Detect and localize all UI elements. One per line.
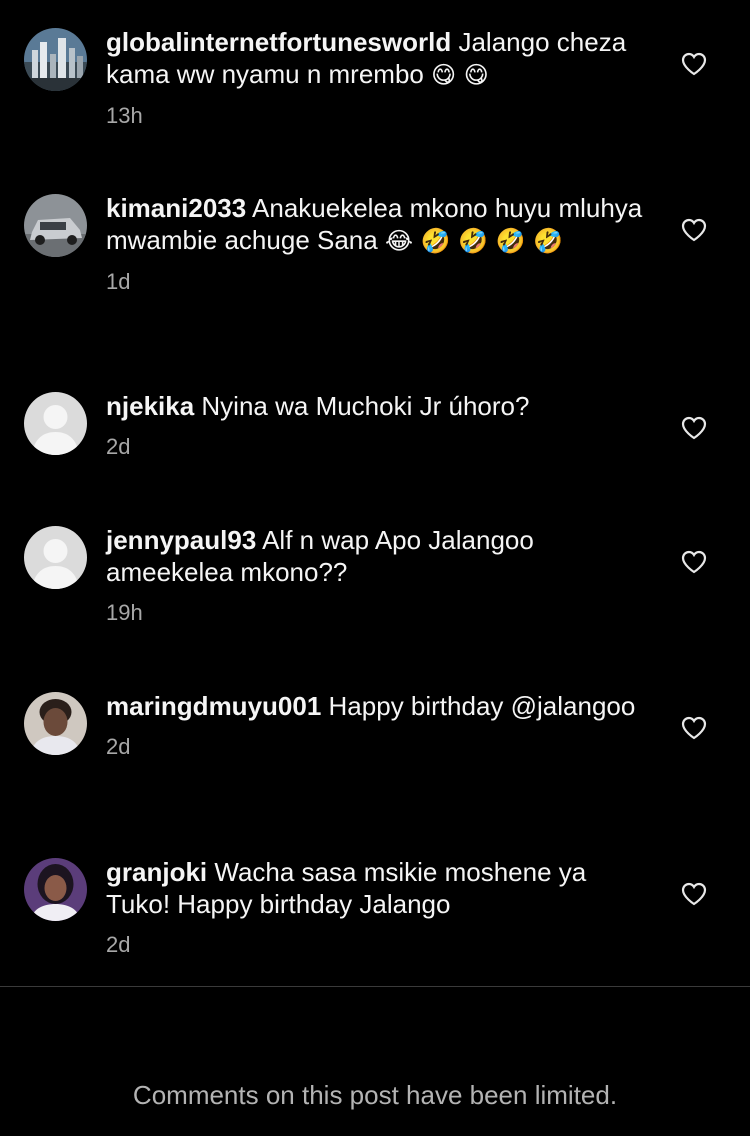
person-photo-icon [24,692,87,755]
car-icon [24,194,87,257]
comment-username[interactable]: globalinternetfortunesworld [106,27,451,57]
city-skyline-icon [24,28,87,91]
comment-text: njekika Nyina wa Muchoki Jr úhoro? [106,390,646,422]
comment-message: Nyina wa Muchoki Jr úhoro? [201,391,530,421]
comment-text: granjoki Wacha sasa msikie moshene ya Tu… [106,856,646,920]
default-avatar-icon [24,526,87,589]
avatar[interactable] [24,692,87,755]
comment-text: jennypaul93 Alf n wap Apo Jalangoo ameek… [106,524,646,588]
emoji: 😋 😋 [431,61,489,89]
comment-text: maringdmuyu001 Happy birthday @jalangoo [106,690,646,722]
divider [0,986,750,987]
comment-message: Happy birthday @jalangoo [328,691,636,721]
comment-timestamp: 2d [106,434,131,459]
heart-icon[interactable] [681,550,707,574]
comment-text: globalinternetfortunesworld Jalango chez… [106,26,646,91]
avatar[interactable] [24,526,87,589]
avatar[interactable] [24,194,87,257]
comment-username[interactable]: jennypaul93 [106,525,256,555]
heart-icon[interactable] [681,218,707,242]
comment-timestamp: 2d [106,932,131,957]
heart-icon[interactable] [681,416,707,440]
comment-username[interactable]: maringdmuyu001 [106,691,321,721]
heart-icon[interactable] [681,716,707,740]
comment-timestamp: 19h [106,600,143,625]
heart-icon[interactable] [681,882,707,906]
comments-limited-notice: Comments on this post have been limited. [132,1080,618,1110]
comment-timestamp: 13h [106,103,143,128]
comment-username[interactable]: kimani2033 [106,193,246,223]
comment-username[interactable]: njekika [106,391,194,421]
comment-text: kimani2033 Anakuekelea mkono huyu mluhya… [106,192,646,257]
comment-timestamp: 2d [106,734,131,759]
avatar[interactable] [24,392,87,455]
avatar[interactable] [24,858,87,921]
comment-timestamp: 1d [106,269,131,294]
default-avatar-icon [24,392,87,455]
emoji: 😂 🤣 🤣 🤣 🤣 [384,227,564,255]
heart-icon[interactable] [681,52,707,76]
person-photo-icon [24,858,87,921]
avatar[interactable] [24,28,87,91]
comment-username[interactable]: granjoki [106,857,207,887]
